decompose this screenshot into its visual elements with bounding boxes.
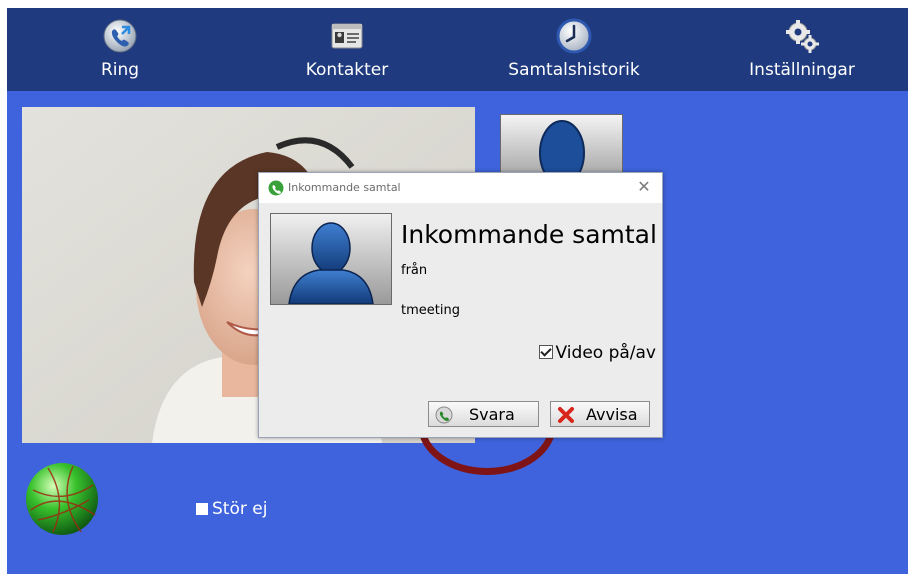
nav-installningar-label: Inställningar xyxy=(749,60,855,80)
dialog-titlebar[interactable]: Inkommande samtal ✕ xyxy=(259,173,662,203)
do-not-disturb-box[interactable] xyxy=(196,503,208,515)
nav-ring-label: Ring xyxy=(100,60,140,80)
close-icon[interactable]: ✕ xyxy=(634,177,654,197)
nav-samtalshistorik-label: Samtalshistorik xyxy=(508,60,640,80)
top-navigation: Ring Kontakter Samtalshistorik Inställni… xyxy=(7,8,908,91)
contacts-card-icon xyxy=(331,23,363,49)
reject-button[interactable]: Avvisa xyxy=(550,401,650,427)
reject-x-icon xyxy=(558,407,574,423)
incoming-call-dialog: Inkommande samtal ✕ Inkommande samtal fr… xyxy=(258,172,663,438)
nav-samtalshistorik[interactable]: Samtalshistorik xyxy=(484,8,664,91)
reject-label: Avvisa xyxy=(586,405,638,424)
caller-avatar xyxy=(270,213,392,305)
clock-icon xyxy=(556,18,592,54)
answer-label: Svara xyxy=(469,405,515,424)
dialog-title: Inkommande samtal xyxy=(288,181,401,194)
dialog-heading: Inkommande samtal xyxy=(401,220,657,249)
gears-icon xyxy=(786,20,819,53)
video-toggle-checkmark[interactable] xyxy=(538,345,553,359)
nav-kontakter-label: Kontakter xyxy=(305,60,389,80)
phone-call-icon xyxy=(103,19,137,53)
network-status-globe-icon xyxy=(26,463,98,535)
caller-name: tmeeting xyxy=(401,303,460,318)
nav-kontakter[interactable]: Kontakter xyxy=(257,8,437,91)
do-not-disturb-checkbox[interactable]: Stör ej xyxy=(196,498,267,520)
answer-phone-icon xyxy=(435,406,453,424)
answer-button[interactable]: Svara xyxy=(428,401,539,427)
avatar-silhouette-icon xyxy=(288,222,374,304)
video-toggle-checkbox[interactable]: Video på/av xyxy=(538,342,656,364)
nav-installningar[interactable]: Inställningar xyxy=(712,8,892,91)
video-toggle-label: Video på/av xyxy=(555,343,656,363)
nav-ring[interactable]: Ring xyxy=(30,8,210,91)
from-label: från xyxy=(401,263,428,278)
do-not-disturb-label: Stör ej xyxy=(212,499,268,519)
app-phone-icon xyxy=(268,180,284,196)
